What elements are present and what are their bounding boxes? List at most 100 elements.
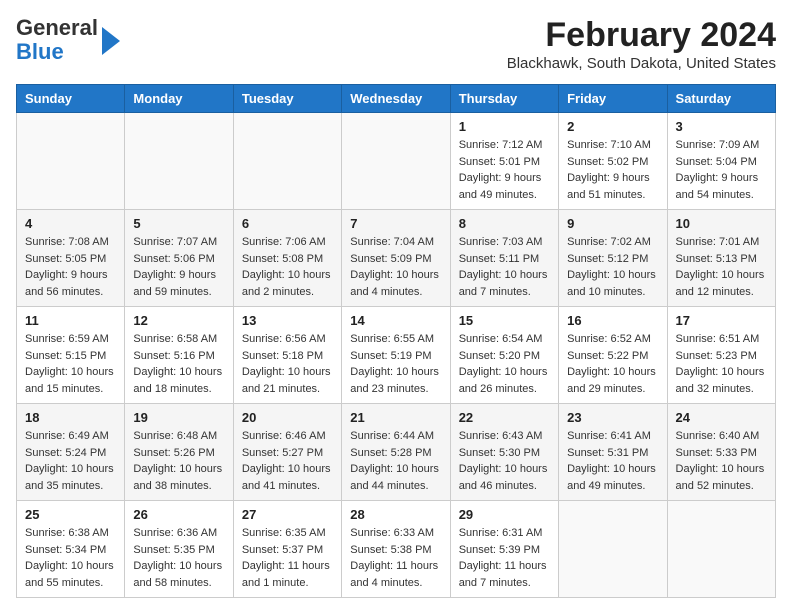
day-info: Sunrise: 6:51 AM Sunset: 5:23 PM Dayligh…: [676, 331, 767, 397]
page-subtitle: Blackhawk, South Dakota, United States: [507, 55, 776, 72]
day-info: Sunrise: 6:44 AM Sunset: 5:28 PM Dayligh…: [350, 428, 441, 494]
calendar-header-row: Sunday Monday Tuesday Wednesday Thursday…: [17, 85, 776, 113]
day-number: 19: [133, 410, 224, 425]
table-row: 17 Sunrise: 6:51 AM Sunset: 5:23 PM Dayli…: [667, 307, 775, 404]
day-number: 27: [242, 507, 333, 522]
day-info: Sunrise: 6:59 AM Sunset: 5:15 PM Dayligh…: [25, 331, 116, 397]
day-info: Sunrise: 6:56 AM Sunset: 5:18 PM Dayligh…: [242, 331, 333, 397]
table-row: 10 Sunrise: 7:01 AM Sunset: 5:13 PM Dayli…: [667, 210, 775, 307]
day-info: Sunrise: 7:02 AM Sunset: 5:12 PM Dayligh…: [567, 234, 658, 300]
day-number: 17: [676, 313, 767, 328]
day-info: Sunrise: 6:48 AM Sunset: 5:26 PM Dayligh…: [133, 428, 224, 494]
calendar-week-row: 25 Sunrise: 6:38 AM Sunset: 5:34 PM Dayli…: [17, 501, 776, 598]
day-number: 24: [676, 410, 767, 425]
day-number: 25: [25, 507, 116, 522]
calendar-week-row: 18 Sunrise: 6:49 AM Sunset: 5:24 PM Dayli…: [17, 404, 776, 501]
table-row: 29 Sunrise: 6:31 AM Sunset: 5:39 PM Dayli…: [450, 501, 558, 598]
day-number: 18: [25, 410, 116, 425]
day-info: Sunrise: 7:01 AM Sunset: 5:13 PM Dayligh…: [676, 234, 767, 300]
day-number: 28: [350, 507, 441, 522]
day-info: Sunrise: 6:52 AM Sunset: 5:22 PM Dayligh…: [567, 331, 658, 397]
day-number: 10: [676, 216, 767, 231]
calendar-table: Sunday Monday Tuesday Wednesday Thursday…: [16, 84, 776, 598]
col-friday: Friday: [559, 85, 667, 113]
col-wednesday: Wednesday: [342, 85, 450, 113]
col-tuesday: Tuesday: [233, 85, 341, 113]
day-number: 13: [242, 313, 333, 328]
col-sunday: Sunday: [17, 85, 125, 113]
table-row: 7Sunrise: 7:04 AM Sunset: 5:09 PM Daylig…: [342, 210, 450, 307]
table-row: 28 Sunrise: 6:33 AM Sunset: 5:38 PM Dayli…: [342, 501, 450, 598]
table-row: 20 Sunrise: 6:46 AM Sunset: 5:27 PM Dayli…: [233, 404, 341, 501]
day-number: 6: [242, 216, 333, 231]
table-row: 23 Sunrise: 6:41 AM Sunset: 5:31 PM Dayli…: [559, 404, 667, 501]
day-info: Sunrise: 6:46 AM Sunset: 5:27 PM Dayligh…: [242, 428, 333, 494]
day-info: Sunrise: 7:09 AM Sunset: 5:04 PM Dayligh…: [676, 137, 767, 203]
logo: General Blue: [16, 16, 120, 64]
table-row: 21 Sunrise: 6:44 AM Sunset: 5:28 PM Dayli…: [342, 404, 450, 501]
day-info: Sunrise: 6:41 AM Sunset: 5:31 PM Dayligh…: [567, 428, 658, 494]
table-row: [559, 501, 667, 598]
table-row: 15 Sunrise: 6:54 AM Sunset: 5:20 PM Dayli…: [450, 307, 558, 404]
table-row: 1 Sunrise: 7:12 AM Sunset: 5:01 PM Daylig…: [450, 113, 558, 210]
calendar-week-row: 11 Sunrise: 6:59 AM Sunset: 5:15 PM Dayli…: [17, 307, 776, 404]
table-row: [17, 113, 125, 210]
day-number: 20: [242, 410, 333, 425]
day-number: 4: [25, 216, 116, 231]
table-row: 9 Sunrise: 7:02 AM Sunset: 5:12 PM Daylig…: [559, 210, 667, 307]
day-number: 16: [567, 313, 658, 328]
col-saturday: Saturday: [667, 85, 775, 113]
day-info: Sunrise: 7:07 AM Sunset: 5:06 PM Dayligh…: [133, 234, 224, 300]
table-row: [667, 501, 775, 598]
day-info: Sunrise: 6:40 AM Sunset: 5:33 PM Dayligh…: [676, 428, 767, 494]
day-info: Sunrise: 6:36 AM Sunset: 5:35 PM Dayligh…: [133, 525, 224, 591]
day-info: Sunrise: 7:08 AM Sunset: 5:05 PM Dayligh…: [25, 234, 116, 300]
day-number: 26: [133, 507, 224, 522]
day-info: Sunrise: 7:12 AM Sunset: 5:01 PM Dayligh…: [459, 137, 550, 203]
table-row: [125, 113, 233, 210]
table-row: [233, 113, 341, 210]
day-number: 3: [676, 119, 767, 134]
day-info: Sunrise: 6:31 AM Sunset: 5:39 PM Dayligh…: [459, 525, 550, 591]
day-number: 14: [350, 313, 441, 328]
table-row: 27Sunrise: 6:35 AM Sunset: 5:37 PM Dayli…: [233, 501, 341, 598]
day-number: 9: [567, 216, 658, 231]
day-info: Sunrise: 6:38 AM Sunset: 5:34 PM Dayligh…: [25, 525, 116, 591]
table-row: 5 Sunrise: 7:07 AM Sunset: 5:06 PM Daylig…: [125, 210, 233, 307]
table-row: 8Sunrise: 7:03 AM Sunset: 5:11 PM Daylig…: [450, 210, 558, 307]
table-row: 19 Sunrise: 6:48 AM Sunset: 5:26 PM Dayli…: [125, 404, 233, 501]
day-number: 15: [459, 313, 550, 328]
day-number: 1: [459, 119, 550, 134]
day-number: 21: [350, 410, 441, 425]
day-number: 8: [459, 216, 550, 231]
table-row: 26 Sunrise: 6:36 AM Sunset: 5:35 PM Dayli…: [125, 501, 233, 598]
page-title: February 2024: [507, 16, 776, 55]
day-number: 5: [133, 216, 224, 231]
table-row: [342, 113, 450, 210]
table-row: 16 Sunrise: 6:52 AM Sunset: 5:22 PM Dayli…: [559, 307, 667, 404]
table-row: 13 Sunrise: 6:56 AM Sunset: 5:18 PM Dayli…: [233, 307, 341, 404]
day-info: Sunrise: 6:49 AM Sunset: 5:24 PM Dayligh…: [25, 428, 116, 494]
day-info: Sunrise: 6:58 AM Sunset: 5:16 PM Dayligh…: [133, 331, 224, 397]
col-monday: Monday: [125, 85, 233, 113]
col-thursday: Thursday: [450, 85, 558, 113]
day-info: Sunrise: 6:33 AM Sunset: 5:38 PM Dayligh…: [350, 525, 441, 591]
day-number: 29: [459, 507, 550, 522]
day-number: 23: [567, 410, 658, 425]
table-row: 3 Sunrise: 7:09 AM Sunset: 5:04 PM Daylig…: [667, 113, 775, 210]
day-number: 7: [350, 216, 441, 231]
day-number: 2: [567, 119, 658, 134]
table-row: 25 Sunrise: 6:38 AM Sunset: 5:34 PM Dayli…: [17, 501, 125, 598]
table-row: 4 Sunrise: 7:08 AM Sunset: 5:05 PM Daylig…: [17, 210, 125, 307]
day-info: Sunrise: 6:54 AM Sunset: 5:20 PM Dayligh…: [459, 331, 550, 397]
day-info: Sunrise: 6:43 AM Sunset: 5:30 PM Dayligh…: [459, 428, 550, 494]
page-header: General Blue February 2024 Blackhawk, So…: [16, 16, 776, 72]
day-number: 11: [25, 313, 116, 328]
day-info: Sunrise: 7:10 AM Sunset: 5:02 PM Dayligh…: [567, 137, 658, 203]
table-row: 2 Sunrise: 7:10 AM Sunset: 5:02 PM Daylig…: [559, 113, 667, 210]
logo-arrow-icon: [102, 27, 120, 55]
day-info: Sunrise: 7:06 AM Sunset: 5:08 PM Dayligh…: [242, 234, 333, 300]
table-row: 6 Sunrise: 7:06 AM Sunset: 5:08 PM Daylig…: [233, 210, 341, 307]
table-row: 12Sunrise: 6:58 AM Sunset: 5:16 PM Dayli…: [125, 307, 233, 404]
logo-blue: Blue: [16, 39, 64, 64]
